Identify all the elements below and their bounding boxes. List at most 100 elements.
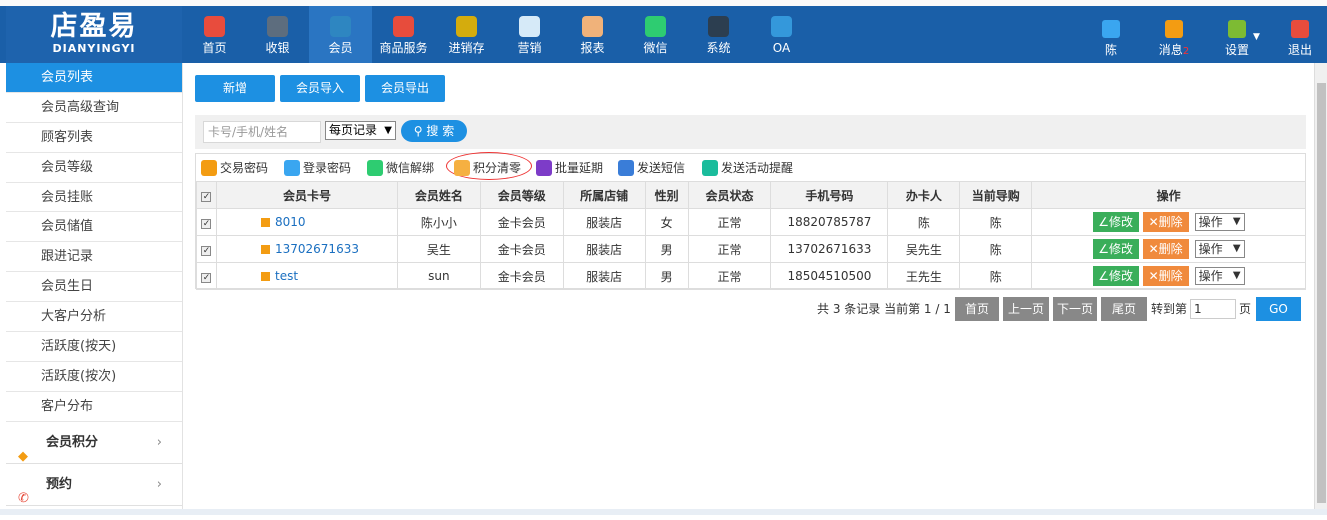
logo: 店盈易 DIANYINGYI: [6, 6, 182, 63]
row-select-cell[interactable]: ✓: [196, 262, 217, 290]
close-icon: ✕: [1148, 215, 1159, 229]
chevron-down-icon: ▼: [384, 125, 392, 136]
operation-select[interactable]: 操作 ▼: [1194, 267, 1245, 285]
edit-button-label: 修改: [1108, 242, 1133, 256]
search-button[interactable]: ⚲ 搜 索: [401, 120, 467, 142]
sidebar-item[interactable]: 会员挂账: [6, 183, 182, 213]
checkbox[interactable]: ✓: [201, 192, 212, 202]
nav-settings[interactable]: 设置 ▼: [1207, 6, 1267, 63]
search-icon: ⚲: [413, 124, 423, 138]
operation-select[interactable]: 操作 ▼: [1194, 213, 1245, 231]
sidebar-item[interactable]: 活跃度(按天): [6, 332, 182, 362]
inventory-icon: [456, 16, 477, 37]
sidebar-item[interactable]: 大客户分析: [6, 302, 182, 333]
row-select-cell[interactable]: ✓: [196, 235, 217, 263]
card-number-cell[interactable]: test: [215, 262, 398, 290]
tool-button[interactable]: 登录密码: [284, 159, 351, 177]
tool-button[interactable]: 交易密码: [201, 159, 268, 177]
sidebar-group-points[interactable]: ◆ 会员积分 ›: [6, 422, 182, 464]
expand-icon[interactable]: [260, 245, 270, 254]
nav-item[interactable]: 营销: [498, 6, 561, 63]
nav-item[interactable]: 收银: [246, 6, 309, 63]
nav-logout[interactable]: 退出: [1270, 6, 1327, 63]
expand-icon[interactable]: [260, 218, 270, 227]
checkbox[interactable]: ✓: [201, 219, 212, 229]
page-size-select[interactable]: 每页记录 ▼: [325, 121, 396, 140]
chevron-down-icon: ▼: [1232, 270, 1241, 281]
nav-item[interactable]: OA: [750, 6, 813, 63]
first-page-button[interactable]: 首页: [955, 297, 999, 321]
delete-button[interactable]: ✕删除: [1142, 266, 1189, 286]
cell-status: 正常: [687, 235, 772, 263]
add-member-button[interactable]: 新增: [195, 75, 275, 102]
column-header: 会员卡号: [215, 181, 398, 209]
column-header: 会员等级: [479, 181, 564, 209]
edit-button[interactable]: ∠修改: [1092, 239, 1139, 259]
sidebar-item[interactable]: 顾客列表: [6, 123, 182, 153]
member-table-panel: 交易密码 登录密码 微信解绑 积分清零 批量延期 发送短信 发送活动提醒 ✓ 会员卡号 会员姓名…: [195, 152, 1306, 290]
tool-button[interactable]: 发送活动提醒: [702, 159, 793, 177]
clock-icon: [536, 160, 552, 176]
scrollbar[interactable]: [1314, 63, 1327, 515]
sidebar-item[interactable]: 会员列表: [6, 63, 182, 93]
tool-button[interactable]: 发送短信: [618, 159, 685, 177]
table-row: ✓ test sun 金卡会员 服装店男正常 18504510500 王先生陈 ∠修改 ✕删除操…: [196, 262, 1306, 290]
bottom-edge: [0, 509, 1327, 515]
card-number[interactable]: 13702671633: [261, 242, 359, 256]
checkbox[interactable]: ✓: [201, 273, 212, 283]
next-page-button[interactable]: 下一页: [1053, 297, 1097, 321]
sidebar-item[interactable]: 会员高级查询: [6, 93, 182, 123]
pager-summary: 共 3 条记录 当前第 1 / 1: [817, 302, 951, 316]
cell-level: 金卡会员: [479, 235, 564, 263]
nav-item[interactable]: 报表: [561, 6, 624, 63]
search-input[interactable]: 卡号/手机/姓名: [203, 121, 321, 143]
page-number-input[interactable]: 1: [1190, 299, 1236, 319]
sidebar-item[interactable]: 会员生日: [6, 272, 182, 303]
go-button[interactable]: GO: [1256, 297, 1301, 321]
sidebar-item[interactable]: 客户分布: [6, 392, 182, 422]
sidebar-item[interactable]: 活跃度(按次): [6, 362, 182, 392]
page-size-value: 每页记录: [329, 123, 378, 137]
medal-icon: [454, 160, 470, 176]
sidebar: 会员列表 会员高级查询 顾客列表 会员等级 会员挂账 会员储值 跟进记录 会员生日 大客户分析活…: [6, 63, 183, 515]
prev-page-button[interactable]: 上一页: [1003, 297, 1049, 321]
nav-item[interactable]: 微信: [624, 6, 687, 63]
nav-item[interactable]: 进销存: [435, 6, 498, 63]
card-number-cell[interactable]: 13702671633: [215, 235, 398, 263]
delete-button-label: 删除: [1158, 215, 1183, 229]
sidebar-item[interactable]: 会员储值: [6, 212, 182, 243]
expand-icon[interactable]: [260, 272, 270, 281]
report-icon: [582, 16, 603, 37]
nav-item[interactable]: 系统: [687, 6, 750, 63]
nav-item-label: 商品服务: [379, 41, 428, 55]
member-table: ✓ 会员卡号 会员姓名 会员等级 所属店铺 性别 会员状态 手机号码 办卡人 当前导购 操作 ✓ 80…: [196, 181, 1306, 290]
sidebar-item[interactable]: 会员等级: [6, 153, 182, 183]
edit-button[interactable]: ∠修改: [1092, 212, 1139, 232]
nav-user[interactable]: 陈: [1081, 6, 1141, 63]
member-icon: [330, 16, 351, 37]
import-members-button[interactable]: 会员导入: [280, 75, 360, 102]
sidebar-group-booking[interactable]: ✆ 预约 ›: [6, 464, 182, 506]
tool-button[interactable]: 批量延期: [536, 159, 603, 177]
nav-item[interactable]: 商品服务: [372, 6, 435, 63]
scrollbar-thumb[interactable]: [1317, 83, 1326, 503]
export-members-button[interactable]: 会员导出: [365, 75, 445, 102]
select-all-checkbox[interactable]: ✓: [196, 181, 217, 209]
nav-item[interactable]: 会员: [309, 6, 372, 63]
sidebar-item[interactable]: 跟进记录: [6, 242, 182, 273]
column-header: 操作: [1031, 181, 1306, 209]
tool-button[interactable]: 微信解绑: [367, 159, 434, 177]
row-select-cell[interactable]: ✓: [196, 208, 217, 236]
operation-select-value: 操作: [1198, 269, 1223, 283]
operation-select[interactable]: 操作 ▼: [1194, 240, 1245, 258]
delete-button[interactable]: ✕删除: [1142, 239, 1189, 259]
nav-item[interactable]: 首页: [183, 6, 246, 63]
checkbox[interactable]: ✓: [201, 246, 212, 256]
tool-button[interactable]: 积分清零: [454, 159, 521, 177]
last-page-button[interactable]: 尾页: [1101, 297, 1147, 321]
card-number-cell[interactable]: 8010: [215, 208, 398, 236]
logo-text: 店盈易: [50, 11, 138, 42]
delete-button[interactable]: ✕删除: [1142, 212, 1189, 232]
edit-button[interactable]: ∠修改: [1092, 266, 1139, 286]
nav-message[interactable]: 消息2: [1144, 6, 1204, 63]
